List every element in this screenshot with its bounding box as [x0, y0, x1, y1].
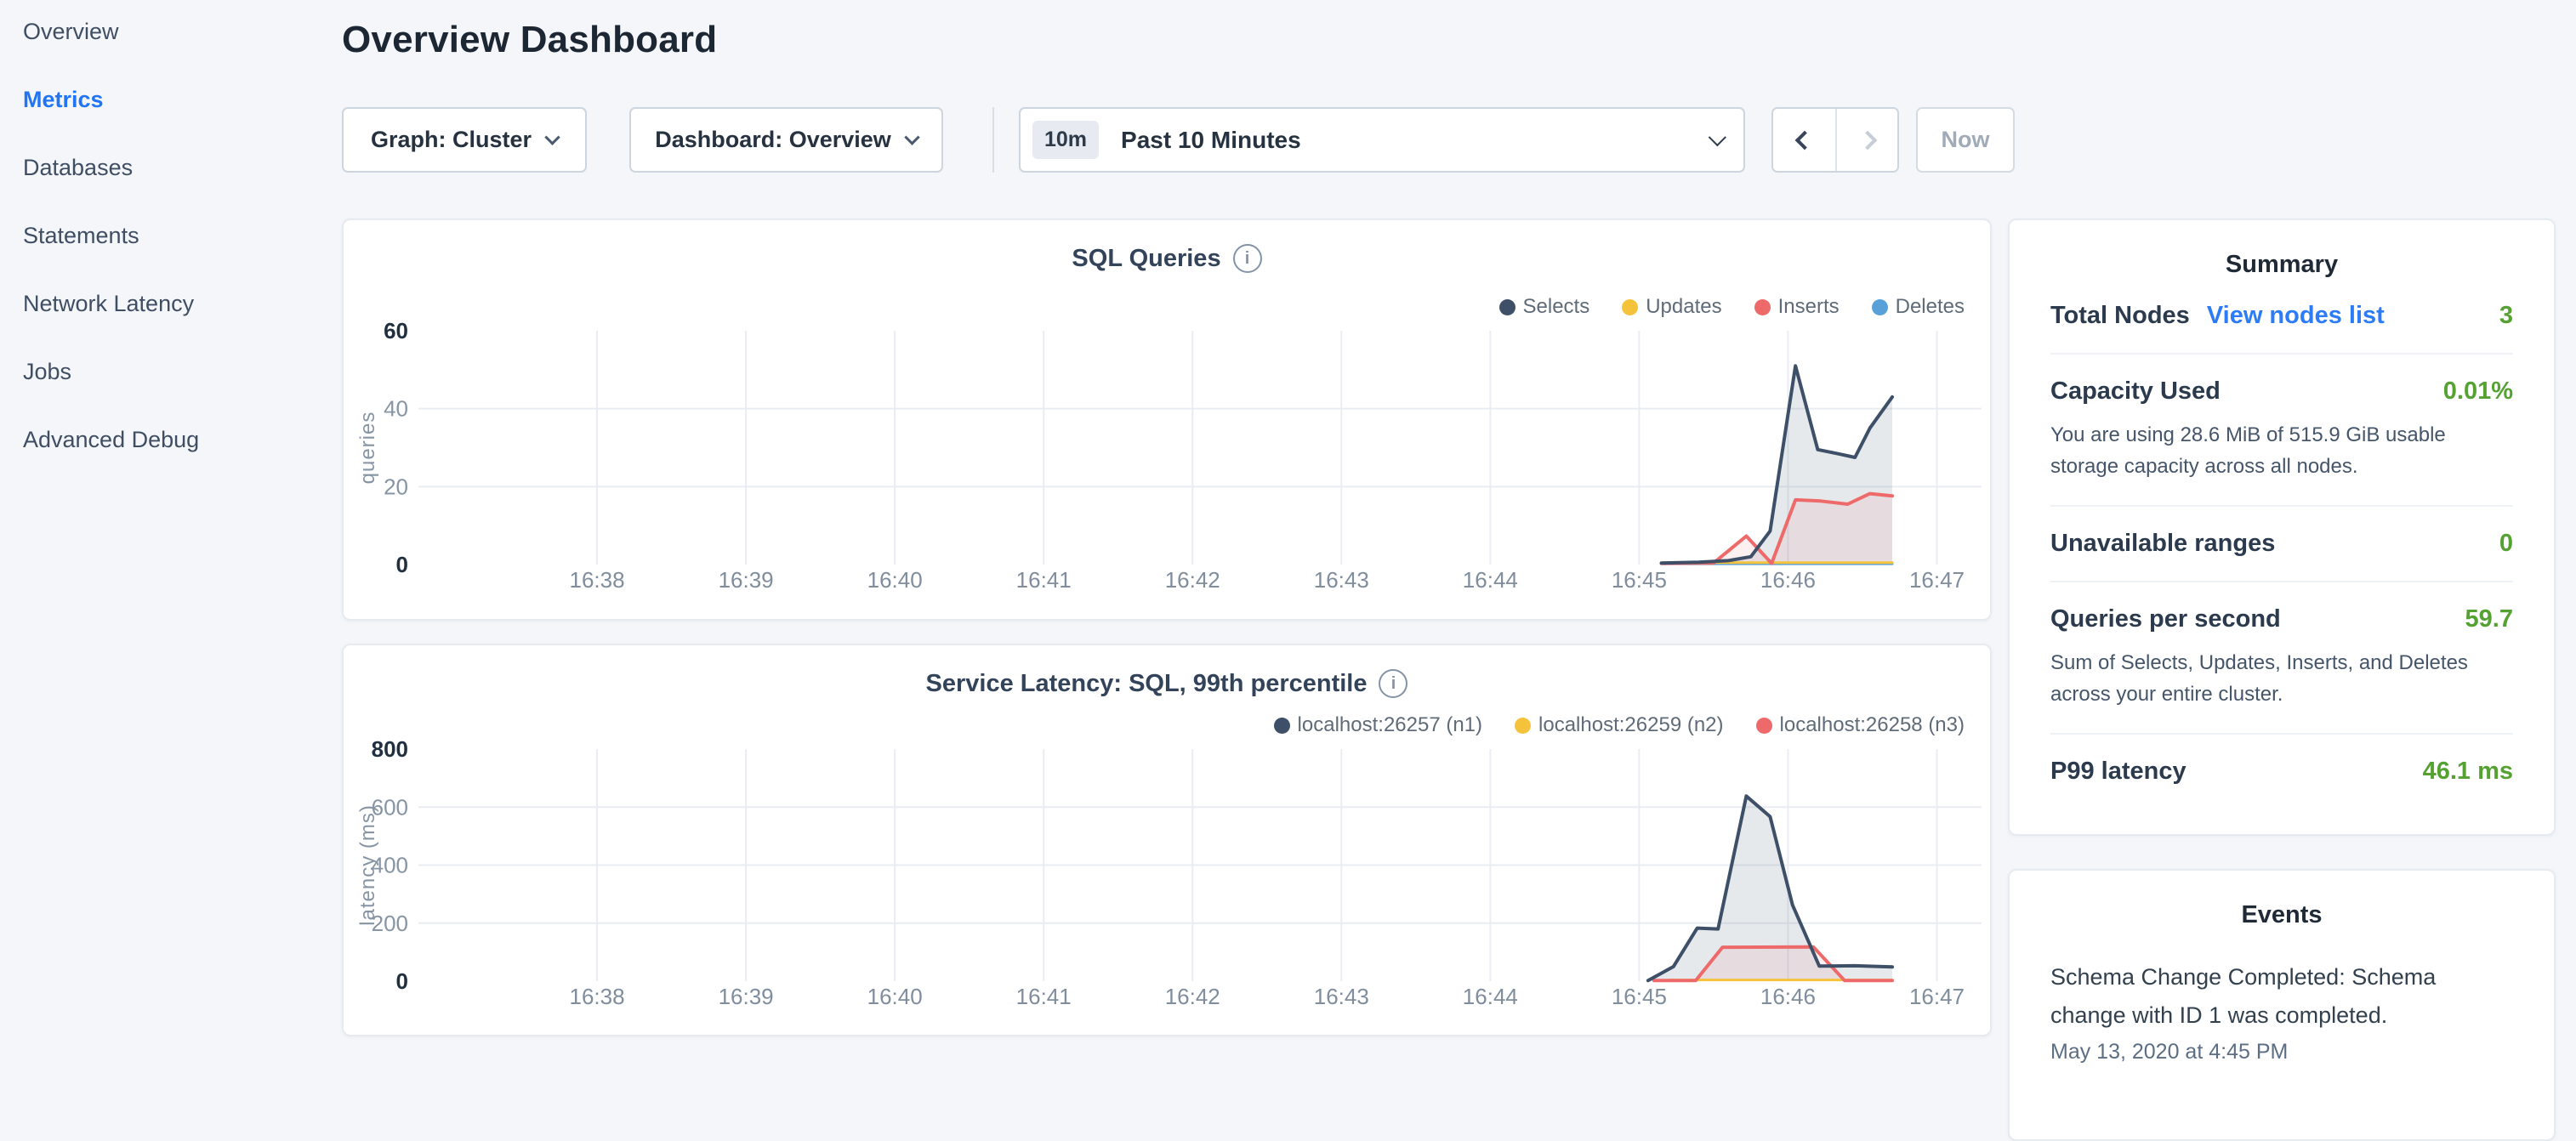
summary-row-queries-per-second: Queries per second 59.7 Sum of Selects, … [2050, 581, 2513, 733]
svg-text:16:46: 16:46 [1760, 567, 1816, 593]
svg-text:16:44: 16:44 [1463, 984, 1518, 1009]
svg-text:16:47: 16:47 [1909, 567, 1965, 593]
service-latency-chart-card: Service Latency: SQL, 99th percentile i … [342, 644, 1992, 1036]
summary-value: 0 [2499, 530, 2513, 558]
summary-row-p99-latency: P99 latency 46.1 ms [2050, 733, 2513, 809]
sidebar: Overview Metrics Databases Statements Ne… [23, 17, 329, 493]
svg-text:0: 0 [396, 552, 408, 577]
svg-text:16:41: 16:41 [1016, 567, 1072, 593]
sidebar-item-jobs[interactable]: Jobs [23, 357, 329, 386]
events-card: Events Schema Change Completed: Schema c… [2008, 869, 2556, 1141]
svg-text:16:45: 16:45 [1612, 984, 1667, 1009]
svg-text:queries: queries [356, 412, 379, 485]
dashboard-dropdown[interactable]: Dashboard: Overview [629, 107, 943, 173]
summary-label: Total Nodes [2050, 302, 2190, 330]
time-window-label: Past 10 Minutes [1121, 127, 1301, 154]
svg-text:40: 40 [384, 396, 408, 422]
graph-scope-dropdown[interactable]: Graph: Cluster [342, 107, 587, 173]
event-list-item[interactable]: Schema Change Completed: Schema change w… [2050, 958, 2513, 1064]
right-panel: Summary Total Nodes View nodes list 3 Ca… [2008, 219, 2556, 1141]
svg-text:20: 20 [384, 474, 408, 499]
svg-text:0: 0 [396, 968, 408, 994]
svg-text:16:43: 16:43 [1314, 567, 1369, 593]
sql-queries-plot[interactable]: 0 20 40 60 16:38 16:39 16:40 16:41 16:42 16:43 16:… [344, 220, 1993, 622]
summary-description: Sum of Selects, Updates, Inserts, and De… [2050, 647, 2513, 710]
event-text: Schema Change Completed: Schema change w… [2050, 958, 2460, 1035]
summary-value: 59.7 [2465, 605, 2513, 633]
svg-text:16:44: 16:44 [1463, 567, 1518, 593]
service-latency-plot[interactable]: 020040060080016:3816:3916:4016:4116:4216… [344, 645, 1993, 1038]
summary-value: 0.01% [2443, 377, 2513, 406]
svg-text:16:39: 16:39 [719, 984, 774, 1009]
chevron-down-icon [1709, 128, 1726, 146]
event-timestamp: May 13, 2020 at 4:45 PM [2050, 1040, 2513, 1064]
now-button[interactable]: Now [1916, 107, 2015, 173]
summary-label: Queries per second [2050, 605, 2281, 633]
controls-divider [992, 107, 994, 173]
summary-row-total-nodes: Total Nodes View nodes list 3 [2050, 279, 2513, 353]
summary-row-unavailable-ranges: Unavailable ranges 0 [2050, 505, 2513, 581]
svg-text:16:47: 16:47 [1909, 984, 1965, 1009]
svg-text:latency (ms): latency (ms) [356, 804, 379, 926]
summary-card: Summary Total Nodes View nodes list 3 Ca… [2008, 219, 2556, 836]
sql-queries-chart-card: SQL Queries i Selects Updates Inserts De… [342, 219, 1992, 621]
svg-text:16:46: 16:46 [1760, 984, 1816, 1009]
svg-text:800: 800 [372, 736, 408, 762]
svg-text:16:40: 16:40 [867, 567, 923, 593]
summary-value: 3 [2499, 302, 2513, 330]
chevron-left-icon [1794, 130, 1814, 150]
svg-text:60: 60 [384, 318, 408, 343]
summary-value: 46.1 ms [2423, 758, 2513, 786]
view-nodes-list-link[interactable]: View nodes list [2207, 302, 2385, 330]
svg-text:16:42: 16:42 [1165, 567, 1220, 593]
sidebar-item-databases[interactable]: Databases [23, 153, 329, 182]
svg-text:16:45: 16:45 [1612, 567, 1667, 593]
time-back-button[interactable] [1773, 109, 1835, 171]
time-step-buttons [1771, 107, 1899, 173]
svg-text:16:39: 16:39 [719, 567, 774, 593]
sidebar-item-network-latency[interactable]: Network Latency [23, 289, 329, 318]
summary-label: Capacity Used [2050, 377, 2221, 406]
dashboard-controls: Graph: Cluster Dashboard: Overview 10m P… [342, 107, 2015, 173]
sidebar-item-metrics[interactable]: Metrics [23, 85, 329, 114]
sidebar-item-overview[interactable]: Overview [23, 17, 329, 46]
svg-text:16:38: 16:38 [570, 984, 625, 1009]
sidebar-item-statements[interactable]: Statements [23, 221, 329, 250]
chevron-down-icon [904, 129, 919, 145]
dashboard-dropdown-label: Dashboard: Overview [655, 127, 891, 153]
summary-title: Summary [2010, 251, 2554, 279]
summary-label: P99 latency [2050, 758, 2186, 786]
svg-text:16:40: 16:40 [867, 984, 923, 1009]
chevron-down-icon [544, 129, 560, 145]
events-title: Events [2050, 901, 2513, 929]
overview-dashboard-page: { "sidebar": { "items": [ {"label": "Ove… [0, 0, 2576, 1051]
svg-text:16:43: 16:43 [1314, 984, 1369, 1009]
svg-text:16:42: 16:42 [1165, 984, 1220, 1009]
summary-description: You are using 28.6 MiB of 515.9 GiB usab… [2050, 419, 2513, 482]
chevron-right-icon [1857, 130, 1877, 150]
time-window-badge: 10m [1032, 121, 1099, 159]
summary-label: Unavailable ranges [2050, 530, 2275, 558]
summary-row-capacity-used: Capacity Used 0.01% You are using 28.6 M… [2050, 353, 2513, 505]
time-forward-button[interactable] [1835, 109, 1897, 171]
charts-column: SQL Queries i Selects Updates Inserts De… [342, 219, 1992, 1036]
sidebar-item-advanced-debug[interactable]: Advanced Debug [23, 425, 329, 454]
svg-text:16:41: 16:41 [1016, 984, 1072, 1009]
page-title: Overview Dashboard [342, 19, 717, 61]
graph-scope-label: Graph: Cluster [371, 127, 532, 153]
time-window-select[interactable]: 10m Past 10 Minutes [1019, 107, 1745, 173]
svg-text:16:38: 16:38 [570, 567, 625, 593]
